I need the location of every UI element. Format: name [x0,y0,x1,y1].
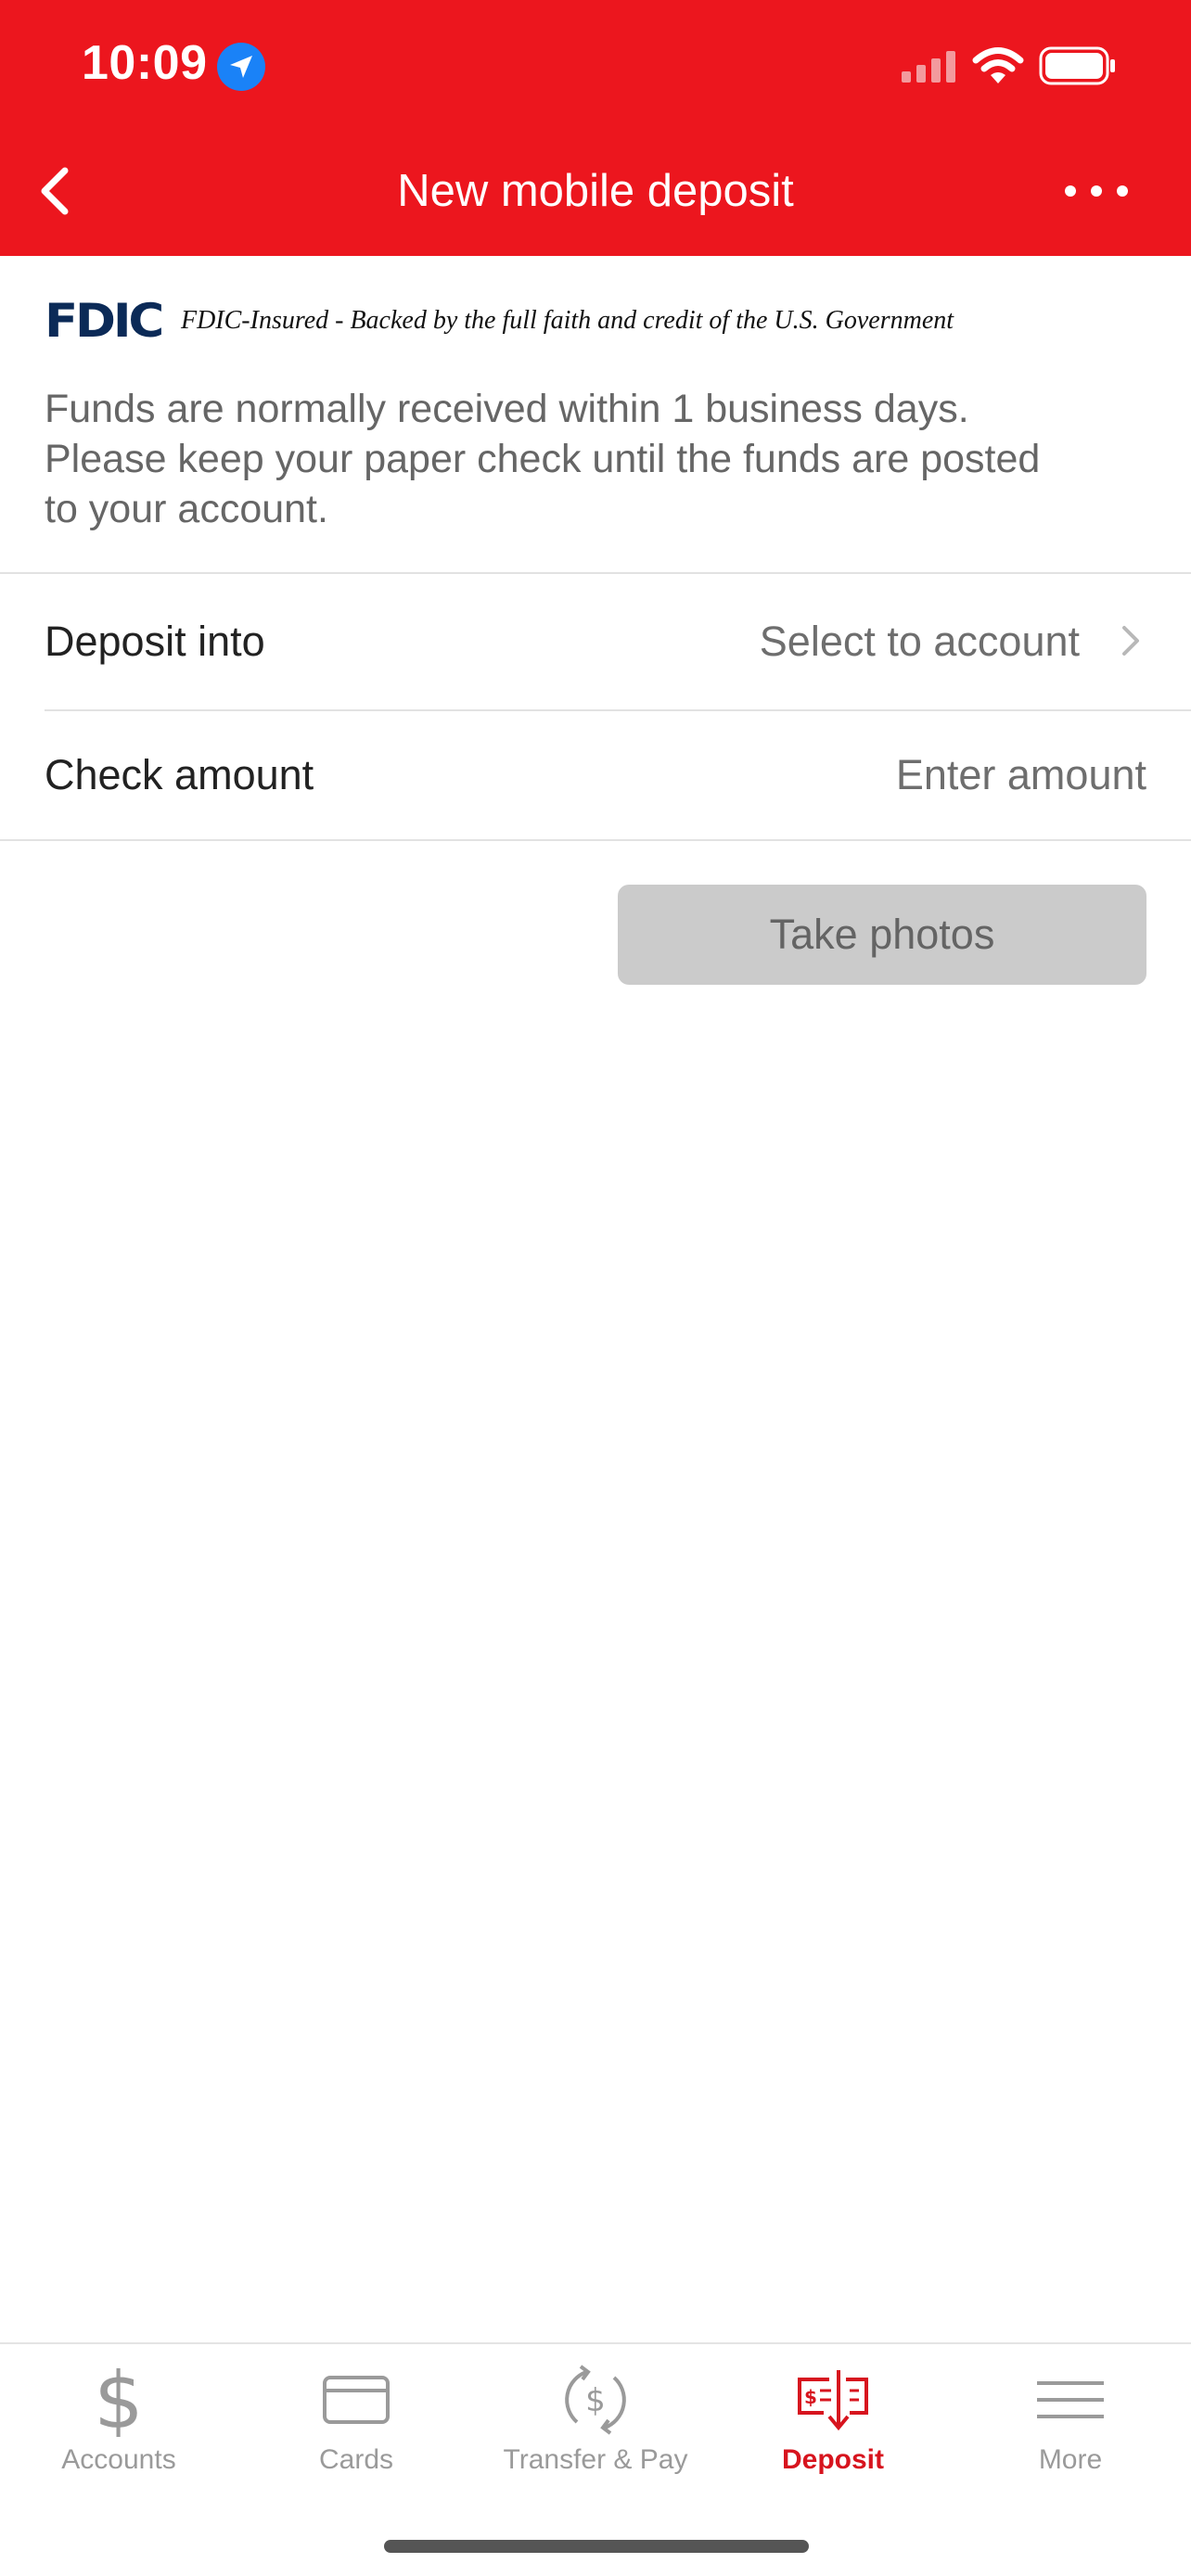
menu-icon [1037,2381,1104,2418]
fdic-text: FDIC-Insured - Backed by the full faith … [180,306,954,335]
check-amount-input[interactable]: Enter amount [896,711,1146,839]
tab-label: Deposit [781,2444,884,2475]
location-arrow-icon [217,43,265,91]
svg-text:$: $ [804,2386,817,2408]
transfer-pay-icon: $ [565,2365,626,2435]
tab-cards[interactable]: Cards [237,2344,475,2502]
dollar-icon: $ [94,2363,143,2437]
take-photos-button[interactable]: Take photos [618,885,1146,985]
info-line: Funds are normally received within 1 bus… [45,387,969,431]
tab-label: Accounts [61,2444,176,2475]
check-deposit-icon: $ [798,2370,868,2431]
check-amount-row[interactable]: Check amount Enter amount [0,711,1191,839]
fdic-logo: FDIC [45,294,164,348]
info-line: to your account. [45,487,328,531]
info-line: Please keep your paper check until the f… [45,437,1041,481]
tab-label: More [1038,2444,1103,2475]
tab-label: Transfer & Pay [503,2444,688,2475]
tab-label: Cards [318,2444,394,2475]
chevron-right-icon [1122,626,1139,656]
mobile-deposit-screen: 10:09 New mobile deposit FDIC FDIC-Insur… [0,0,1191,2576]
status-time: 10:09 [82,36,208,90]
card-icon [323,2376,390,2424]
tab-deposit[interactable]: $ Deposit [714,2344,952,2502]
tab-accounts[interactable]: $ Accounts [0,2344,237,2502]
cellular-signal-icon [902,51,955,83]
divider [0,839,1191,841]
svg-text:$: $ [94,2363,143,2437]
deposit-into-row[interactable]: Deposit into Select to account [0,574,1191,709]
page-title: New mobile deposit [397,166,794,216]
deposit-into-label: Deposit into [45,618,265,665]
more-options-icon[interactable] [1061,172,1132,210]
fdic-notice: FDIC FDIC-Insured - Backed by the full f… [45,294,954,348]
battery-icon [1039,46,1115,85]
home-indicator [384,2540,809,2553]
header-bar: 10:09 New mobile deposit [0,0,1191,256]
funds-availability-text: Funds are normally received within 1 bus… [45,384,1158,534]
tab-transfer-pay[interactable]: $ Transfer & Pay [477,2344,714,2502]
check-amount-label: Check amount [45,751,314,798]
deposit-into-value[interactable]: Select to account [760,574,1080,709]
tab-more[interactable]: More [952,2344,1189,2502]
svg-text:$: $ [585,2382,606,2419]
wifi-icon [972,47,1024,83]
